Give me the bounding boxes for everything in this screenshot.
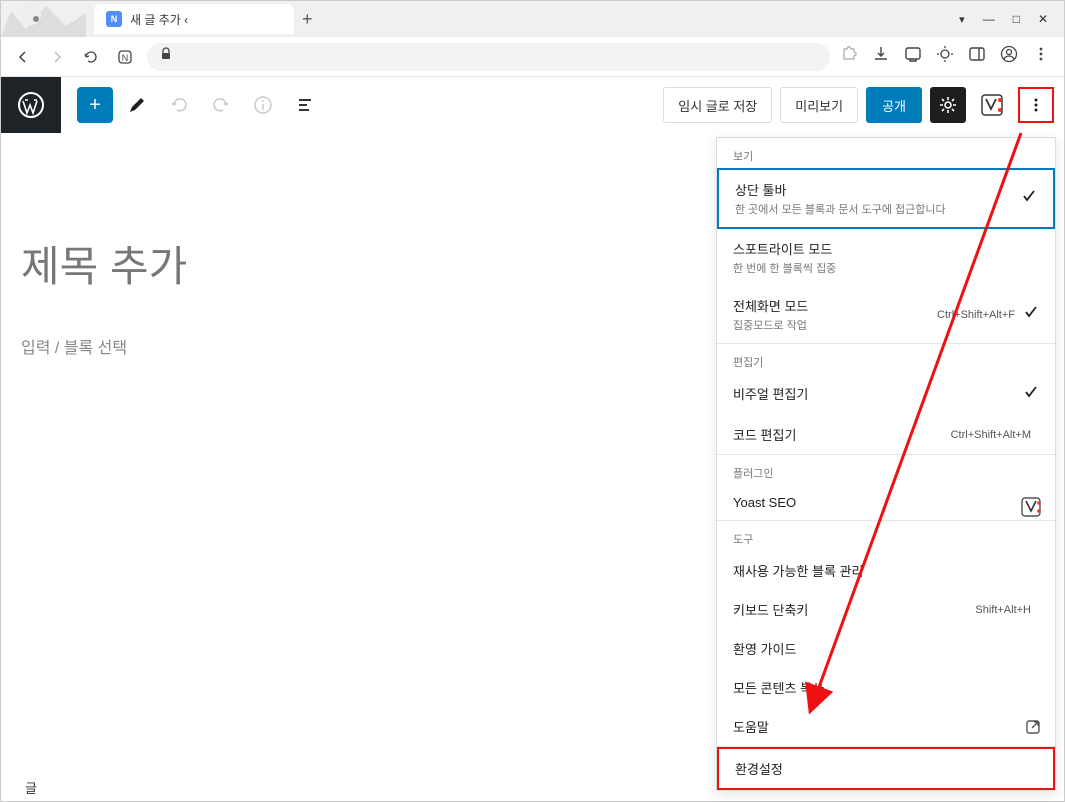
menu-section-plugins: 플러그인 bbox=[717, 455, 1055, 485]
menu-item-visual-editor[interactable]: 비주얼 편집기 bbox=[717, 374, 1055, 415]
check-icon bbox=[1023, 304, 1039, 325]
menu-item-top-toolbar[interactable]: 상단 툴바 한 곳에서 모든 블록과 문서 도구에 접근합니다 bbox=[717, 168, 1055, 229]
menu-item-yoast[interactable]: Yoast SEO bbox=[717, 485, 1055, 520]
forward-button[interactable] bbox=[45, 45, 69, 69]
menu-item-label: 모든 콘텐츠 복사 bbox=[733, 678, 1039, 697]
window-maximize-button[interactable]: □ bbox=[1013, 12, 1020, 26]
menu-item-label: 스포트라이트 모드 bbox=[733, 239, 1039, 258]
menu-item-copy-all[interactable]: 모든 콘텐츠 복사 bbox=[717, 668, 1055, 707]
menu-item-label: 도움말 bbox=[733, 717, 1039, 736]
menu-item-welcome-guide[interactable]: 환영 가이드 bbox=[717, 629, 1055, 668]
menu-item-desc: 한 곳에서 모든 블록과 문서 도구에 접근합니다 bbox=[735, 201, 1021, 217]
window-title-bar: N 새 글 추가 ‹ + ▾ — □ ✕ bbox=[1, 1, 1064, 37]
new-tab-button[interactable]: + bbox=[302, 9, 313, 30]
menu-item-label: Yoast SEO bbox=[733, 495, 1039, 510]
preview-button[interactable]: 미리보기 bbox=[780, 87, 858, 123]
browser-app-icon bbox=[1, 1, 86, 37]
menu-section-tools: 도구 bbox=[717, 521, 1055, 551]
yoast-icon bbox=[1021, 497, 1041, 522]
menu-item-spotlight[interactable]: 스포트라이트 모드 한 번에 한 블록씩 집중 bbox=[717, 229, 1055, 286]
browser-address-bar: N bbox=[1, 37, 1064, 77]
home-button[interactable]: N bbox=[113, 45, 137, 69]
menu-item-label: 비주얼 편집기 bbox=[733, 384, 1023, 403]
options-dropdown: 보기 상단 툴바 한 곳에서 모든 블록과 문서 도구에 접근합니다 스포트라이… bbox=[716, 137, 1056, 791]
redo-button[interactable] bbox=[203, 87, 239, 123]
menu-item-label: 전체화면 모드 bbox=[733, 296, 937, 315]
edit-mode-button[interactable] bbox=[119, 87, 155, 123]
check-icon bbox=[1021, 188, 1037, 209]
more-options-button[interactable] bbox=[1018, 87, 1054, 123]
menu-item-label: 환경설정 bbox=[735, 759, 1037, 778]
breadcrumb[interactable]: 글 bbox=[1, 774, 61, 801]
check-icon bbox=[1023, 384, 1039, 405]
menu-item-label: 환영 가이드 bbox=[733, 639, 1039, 658]
sidepanel-icon[interactable] bbox=[968, 45, 986, 68]
download-icon[interactable] bbox=[872, 45, 890, 68]
publish-button[interactable]: 공개 bbox=[866, 87, 922, 123]
menu-item-preferences[interactable]: 환경설정 bbox=[717, 747, 1055, 790]
svg-text:N: N bbox=[122, 53, 129, 63]
address-input[interactable] bbox=[147, 43, 830, 71]
menu-item-shortcut: Ctrl+Shift+Alt+F bbox=[937, 309, 1015, 321]
menu-item-keyboard-shortcuts[interactable]: 키보드 단축키 Shift+Alt+H bbox=[717, 590, 1055, 629]
chevron-down-icon[interactable]: ▾ bbox=[959, 13, 965, 26]
menu-section-editor: 편집기 bbox=[717, 344, 1055, 374]
menu-section-view: 보기 bbox=[717, 138, 1055, 168]
save-draft-button[interactable]: 임시 글로 저장 bbox=[663, 87, 772, 123]
menu-item-shortcut: Ctrl+Shift+Alt+M bbox=[951, 429, 1031, 441]
menu-item-help[interactable]: 도움말 bbox=[717, 707, 1055, 746]
menu-item-label: 재사용 가능한 블록 관리 bbox=[733, 561, 1039, 580]
reload-button[interactable] bbox=[79, 45, 103, 69]
back-button[interactable] bbox=[11, 45, 35, 69]
menu-item-desc: 집중모드로 작업 bbox=[733, 317, 937, 333]
editor-header: + 임시 글로 저장 미리보기 공개 bbox=[1, 77, 1064, 133]
yoast-button[interactable] bbox=[974, 87, 1010, 123]
menu-item-code-editor[interactable]: 코드 편집기 Ctrl+Shift+Alt+M bbox=[717, 415, 1055, 454]
favicon-icon: N bbox=[106, 11, 122, 27]
outline-button[interactable] bbox=[287, 87, 323, 123]
external-link-icon bbox=[1025, 719, 1041, 740]
menu-item-label: 코드 편집기 bbox=[733, 425, 951, 444]
lock-icon bbox=[159, 47, 173, 66]
account-icon[interactable] bbox=[1000, 45, 1018, 68]
undo-button[interactable] bbox=[161, 87, 197, 123]
menu-item-label: 상단 툴바 bbox=[735, 180, 1021, 199]
menu-item-label: 키보드 단축키 bbox=[733, 600, 975, 619]
tab-title: 새 글 추가 ‹ bbox=[130, 11, 188, 28]
screenshot-icon[interactable] bbox=[936, 45, 954, 68]
menu-item-reusable-blocks[interactable]: 재사용 가능한 블록 관리 bbox=[717, 551, 1055, 590]
menu-item-shortcut: Shift+Alt+H bbox=[975, 604, 1031, 616]
add-block-button[interactable]: + bbox=[77, 87, 113, 123]
info-button[interactable] bbox=[245, 87, 281, 123]
settings-button[interactable] bbox=[930, 87, 966, 123]
wordpress-logo[interactable] bbox=[1, 77, 61, 133]
capture-icon[interactable] bbox=[904, 45, 922, 68]
browser-tab[interactable]: N 새 글 추가 ‹ bbox=[94, 4, 294, 34]
window-close-button[interactable]: ✕ bbox=[1038, 12, 1048, 26]
extension-icon[interactable] bbox=[840, 45, 858, 68]
window-minimize-button[interactable]: — bbox=[983, 12, 995, 26]
browser-menu-icon[interactable] bbox=[1032, 45, 1050, 68]
menu-item-desc: 한 번에 한 블록씩 집중 bbox=[733, 260, 1039, 276]
menu-item-fullscreen[interactable]: 전체화면 모드 집중모드로 작업 Ctrl+Shift+Alt+F bbox=[717, 286, 1055, 343]
